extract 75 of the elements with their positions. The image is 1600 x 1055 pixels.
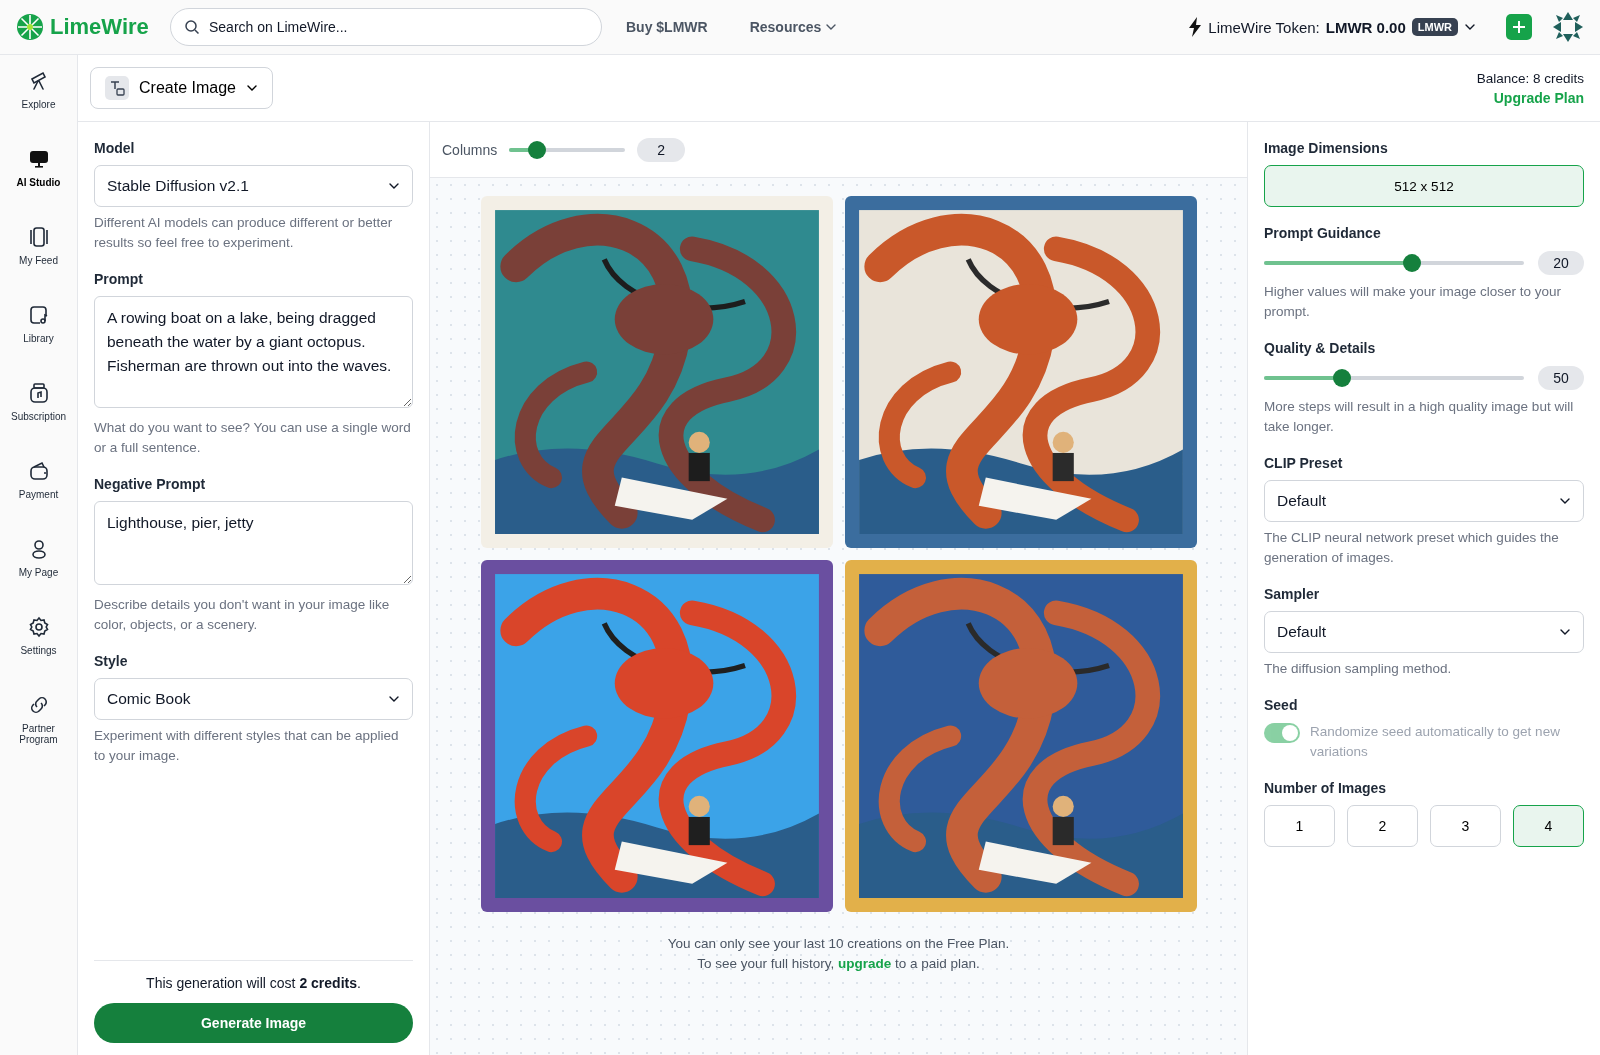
sidebar-item[interactable]: My Feed xyxy=(2,223,75,301)
text-area[interactable]: Lighthouse, pier, jetty xyxy=(94,501,413,585)
logo-icon xyxy=(16,13,44,41)
feed-icon xyxy=(29,227,48,247)
slider-thumb[interactable] xyxy=(1333,369,1351,387)
field-label: Negative Prompt xyxy=(94,476,207,492)
field-label: Image Dimensions xyxy=(1264,140,1389,156)
value-pill: 50 xyxy=(1538,366,1584,390)
sidebar-item[interactable]: Subscription xyxy=(2,379,75,457)
count-option[interactable]: 2 xyxy=(1347,805,1418,847)
field-label: Prompt xyxy=(94,271,144,287)
plan-note: You can only see your last 10 creations on the Free Plan. xyxy=(666,935,1011,953)
avatar-icon[interactable] xyxy=(1552,11,1584,43)
count-option[interactable]: 4 xyxy=(1513,805,1584,847)
value-pill: 2 xyxy=(637,137,686,162)
count-option[interactable]: 1 xyxy=(1264,805,1335,847)
field-label: Seed xyxy=(1264,697,1299,713)
cost-text: This generation will cost 2 credits. xyxy=(146,975,361,991)
dropdown[interactable]: Default xyxy=(1264,611,1584,653)
monitor-icon xyxy=(29,151,48,168)
text-area[interactable]: A rowing boat on a lake, being dragged beneath the water by a giant octopus. Fisherman are thrown out into the waves. xyxy=(94,296,413,408)
telescope-icon xyxy=(30,71,46,90)
nav-link[interactable]: Buy $LMWR xyxy=(620,18,714,36)
mode-dropdown[interactable]: Create Image xyxy=(90,67,273,109)
slider-thumb[interactable] xyxy=(528,140,547,159)
field-label: Quality & Details xyxy=(1264,340,1377,356)
field-hint: Different AI models can produce different or better results so feel free to experiment. xyxy=(94,214,394,252)
columns-label: Columns xyxy=(442,141,498,158)
field-hint: Higher values will make your image closer to your prompt. xyxy=(1264,283,1563,321)
sidebar-item[interactable]: Payment xyxy=(2,457,75,535)
person-icon xyxy=(31,540,46,559)
value-pill: 20 xyxy=(1538,251,1584,275)
link-icon xyxy=(30,696,47,714)
token-amount: LMWR 0.00 xyxy=(1325,18,1406,36)
field-hint: More steps will result in a high quality image but will take longer. xyxy=(1264,398,1575,436)
library-icon xyxy=(29,306,48,324)
lightning-icon xyxy=(1188,17,1203,37)
dropdown[interactable]: Stable Diffusion v2.1 xyxy=(94,165,413,207)
nav-link[interactable]: Resources xyxy=(743,18,844,36)
add-button[interactable] xyxy=(1506,14,1532,40)
sidebar-item[interactable]: AI Studio xyxy=(2,145,75,223)
dropdown[interactable]: Comic Book xyxy=(94,678,413,720)
field-hint: The diffusion sampling method. xyxy=(1264,660,1453,678)
toggle-label: Randomize seed automatically to get new variations xyxy=(1310,723,1561,761)
search-field[interactable]: Search on LimeWire... xyxy=(170,8,602,46)
sidebar-item[interactable]: Settings xyxy=(2,613,75,691)
settings-icon xyxy=(28,616,49,638)
wallet-icon xyxy=(29,461,48,480)
slider-thumb[interactable] xyxy=(1403,254,1422,272)
sidebar-item[interactable]: Explore xyxy=(2,67,75,145)
count-option[interactable]: 3 xyxy=(1430,805,1501,847)
text-image-icon xyxy=(108,79,126,97)
dimension-button[interactable]: 512 x 512 xyxy=(1264,165,1584,207)
history-note: To see your full history, upgrade to a paid plan. xyxy=(696,955,981,973)
brand-name: LimeWire xyxy=(50,14,149,40)
field-hint: The CLIP neural network preset which guides the generation of images. xyxy=(1264,529,1560,567)
sidebar-item[interactable]: Library xyxy=(2,301,75,379)
field-hint: Describe details you don't want in your image like color, objects, or a scenery. xyxy=(94,596,391,634)
field-label: CLIP Preset xyxy=(1264,455,1344,471)
generate-button[interactable]: Generate Image xyxy=(94,1003,413,1043)
token-label: LimeWire Token: xyxy=(1208,18,1320,36)
sidebar-item[interactable]: My Page xyxy=(2,535,75,613)
field-label: Prompt Guidance xyxy=(1264,225,1382,241)
field-hint: What do you want to see? You can use a single word or a full sentence. xyxy=(94,419,412,457)
field-label: Sampler xyxy=(1264,586,1321,602)
jar-icon xyxy=(29,383,48,403)
plus-icon xyxy=(1512,20,1526,34)
balance-text: Balance: 8 credits xyxy=(1476,70,1584,86)
field-label: Style xyxy=(94,653,129,669)
sidebar-item[interactable]: Partner Program xyxy=(2,691,75,769)
field-hint: Experiment with different styles that can be applied to your image. xyxy=(94,727,400,765)
dropdown[interactable]: Default xyxy=(1264,480,1584,522)
token-badge: LMWR xyxy=(1411,18,1458,36)
field-label: Number of Images xyxy=(1264,780,1388,796)
field-label: Model xyxy=(94,140,136,156)
